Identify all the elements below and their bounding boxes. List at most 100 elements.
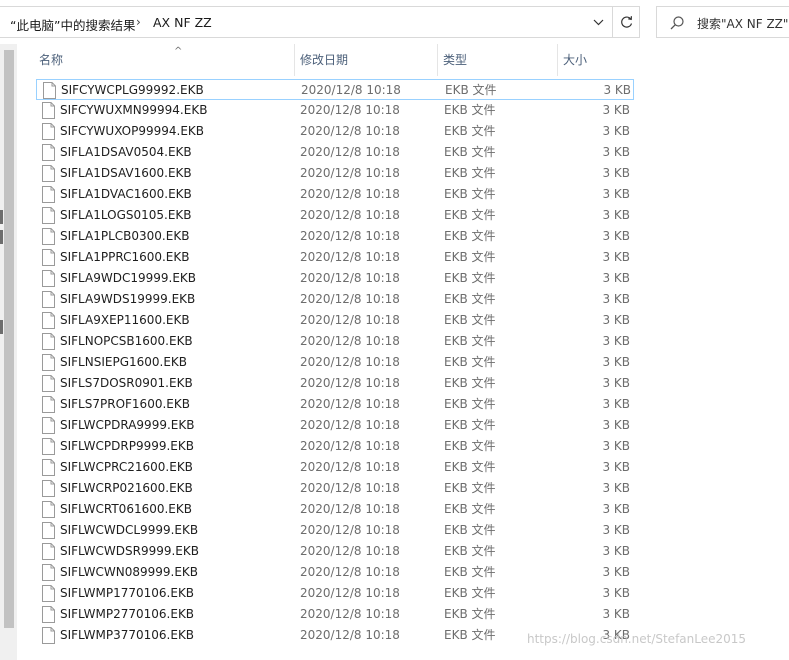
column-header-name[interactable]: 名称 ^ [34,44,311,76]
file-size: 3 KB [602,313,630,327]
column-header-date[interactable]: 修改日期 [294,44,437,76]
breadcrumb-search-results[interactable]: “此电脑”中的搜索结果 [10,15,135,34]
search-box[interactable]: 搜索"AX NF ZZ" [656,6,789,38]
file-row[interactable]: SIFLA1DVAC1600.EKB 2020/12/8 10:18 EKB 文件 3… [36,184,634,205]
file-modified-date: 2020/12/8 10:18 [300,355,400,369]
search-input[interactable]: 搜索"AX NF ZZ" [697,15,788,32]
file-row[interactable]: SIFLA1DSAV0504.EKB 2020/12/8 10:18 EKB 文件 3… [36,142,634,163]
file-size: 3 KB [602,628,630,642]
file-name: SIFLNSIEPG1600.EKB [60,355,188,369]
file-size: 3 KB [602,397,630,411]
file-row[interactable]: SIFLA9XEP11600.EKB 2020/12/8 10:18 EKB 文件 3… [36,310,634,331]
file-row[interactable]: SIFLNOPCSB1600.EKB 2020/12/8 10:18 EKB 文件 3… [36,331,634,352]
file-icon [42,375,55,392]
file-row[interactable]: SIFLA1DSAV1600.EKB 2020/12/8 10:18 EKB 文件 3… [36,163,634,184]
file-row[interactable]: SIFLWCPRC21600.EKB 2020/12/8 10:18 EKB 文件 3… [36,457,634,478]
file-size: 3 KB [602,523,630,537]
file-row[interactable]: SIFLA1LOGS0105.EKB 2020/12/8 10:18 EKB 文件 3… [36,205,634,226]
file-name: SIFLA9WDS19999.EKB [60,292,196,306]
file-icon [42,144,55,161]
file-row[interactable]: SIFLWMP1770106.EKB 2020/12/8 10:18 EKB 文件 3… [36,583,634,604]
file-row[interactable]: SIFLS7PROF1600.EKB 2020/12/8 10:18 EKB 文件 3… [36,394,634,415]
chevron-down-icon [593,19,603,25]
address-bar[interactable]: “此电脑”中的搜索结果 › AX NF ZZ [0,6,640,38]
file-modified-date: 2020/12/8 10:18 [300,439,400,453]
file-size: 3 KB [602,586,630,600]
file-icon [42,438,55,455]
file-icon [42,312,55,329]
file-row[interactable]: SIFLWCRP021600.EKB 2020/12/8 10:18 EKB 文件 3… [36,478,634,499]
file-icon [42,333,55,350]
file-size: 3 KB [602,355,630,369]
file-size: 3 KB [602,460,630,474]
sort-ascending-icon: ^ [174,46,183,57]
column-header-name-label: 名称 [39,53,64,67]
file-type: EKB 文件 [444,565,496,579]
file-modified-date: 2020/12/8 10:18 [300,271,400,285]
file-row[interactable]: SIFLA1PPRC1600.EKB 2020/12/8 10:18 EKB 文件 3… [36,247,634,268]
file-size: 3 KB [602,376,630,390]
file-row[interactable]: SIFLWMP3770106.EKB 2020/12/8 10:18 EKB 文件 3… [36,625,634,646]
column-header-type[interactable]: 类型 [437,44,555,76]
file-name: SIFLWMP2770106.EKB [60,607,195,621]
file-size: 3 KB [602,250,630,264]
file-modified-date: 2020/12/8 10:18 [300,250,400,264]
file-row[interactable]: SIFCYWUXOP99994.EKB 2020/12/8 10:18 EKB 文件… [36,121,634,142]
navigation-bar: “此电脑”中的搜索结果 › AX NF ZZ 搜索"AX NF ZZ" [0,0,789,44]
file-row[interactable]: SIFLNSIEPG1600.EKB 2020/12/8 10:18 EKB 文件 3… [36,352,634,373]
file-name: SIFCYWUXOP99994.EKB [60,124,205,138]
file-modified-date: 2020/12/8 10:18 [300,460,400,474]
file-row[interactable]: SIFCYWCPLG99992.EKB 2020/12/8 10:18 EKB 文件… [36,79,634,100]
file-row[interactable]: SIFLWCPDRP9999.EKB 2020/12/8 10:18 EKB 文件 3… [36,436,634,457]
file-row[interactable]: SIFLA9WDS19999.EKB 2020/12/8 10:18 EKB 文件 3… [36,289,634,310]
file-modified-date: 2020/12/8 10:18 [300,292,400,306]
column-header-row: 名称 ^ 修改日期 类型 大小 [17,44,789,76]
breadcrumb-query[interactable]: AX NF ZZ [153,15,212,30]
file-modified-date: 2020/12/8 10:18 [300,166,400,180]
file-type: EKB 文件 [444,145,496,159]
file-row[interactable]: SIFLWCRT061600.EKB 2020/12/8 10:18 EKB 文件 3… [36,499,634,520]
file-icon [42,396,55,413]
file-icon [42,270,55,287]
file-size: 3 KB [602,166,630,180]
column-header-date-label: 修改日期 [300,53,349,67]
file-name: SIFLWMP1770106.EKB [60,586,195,600]
file-modified-date: 2020/12/8 10:18 [300,208,400,222]
navigation-pane-scrollbar[interactable] [0,44,17,660]
file-name: SIFLWCWN089999.EKB [60,565,199,579]
file-modified-date: 2020/12/8 10:18 [300,103,400,117]
file-type: EKB 文件 [444,502,496,516]
file-name: SIFLA1LOGS0105.EKB [60,208,192,222]
file-icon [42,186,55,203]
address-history-dropdown-button[interactable] [585,7,611,37]
file-name: SIFLA9WDC19999.EKB [60,271,197,285]
file-size: 3 KB [602,334,630,348]
file-row[interactable]: SIFLS7DOSR0901.EKB 2020/12/8 10:18 EKB 文件 3… [36,373,634,394]
file-type: EKB 文件 [444,628,496,642]
file-row[interactable]: SIFLA9WDC19999.EKB 2020/12/8 10:18 EKB 文件 3… [36,268,634,289]
file-row[interactable]: SIFLWCWDCL9999.EKB 2020/12/8 10:18 EKB 文件 3… [36,520,634,541]
file-row[interactable]: SIFLWCPDRA9999.EKB 2020/12/8 10:18 EKB 文件 3… [36,415,634,436]
file-icon [42,480,55,497]
file-row[interactable]: SIFLWCWN089999.EKB 2020/12/8 10:18 EKB 文件 3… [36,562,634,583]
file-row[interactable]: SIFLWMP2770106.EKB 2020/12/8 10:18 EKB 文件 3… [36,604,634,625]
file-modified-date: 2020/12/8 10:18 [300,145,400,159]
file-type: EKB 文件 [444,523,496,537]
column-header-size[interactable]: 大小 [557,44,637,76]
file-modified-date: 2020/12/8 10:18 [300,628,400,642]
file-modified-date: 2020/12/8 10:18 [300,481,400,495]
scrollbar-thumb[interactable] [4,50,14,628]
file-modified-date: 2020/12/8 10:18 [301,83,401,97]
column-header-type-label: 类型 [443,53,468,67]
file-row[interactable]: SIFLWCWDSR9999.EKB 2020/12/8 10:18 EKB 文件 3… [36,541,634,562]
file-row[interactable]: SIFLA1PLCB0300.EKB 2020/12/8 10:18 EKB 文件 3… [36,226,634,247]
file-icon [42,627,55,644]
file-type: EKB 文件 [444,250,496,264]
refresh-button[interactable] [612,7,639,37]
breadcrumb-separator-icon[interactable]: › [136,15,141,29]
file-type: EKB 文件 [444,166,496,180]
file-icon [42,417,55,434]
file-row[interactable]: SIFCYWUXMN99994.EKB 2020/12/8 10:18 EKB 文件… [36,100,634,121]
file-icon [42,102,55,119]
file-icon [42,564,55,581]
